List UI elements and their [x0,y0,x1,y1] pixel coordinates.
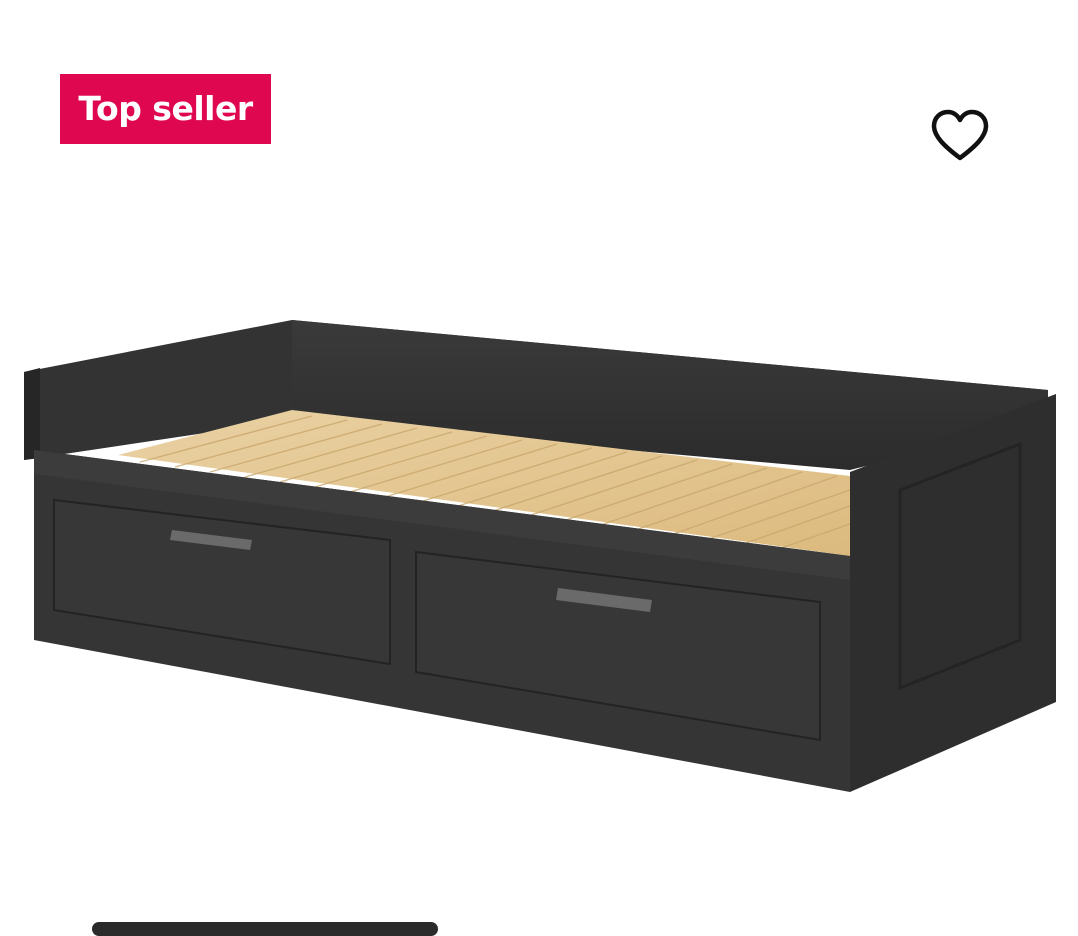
add-to-favorites-button[interactable] [926,106,994,166]
heart-icon [931,109,989,161]
image-scroll-indicator [92,922,438,936]
top-seller-badge: Top seller [60,74,271,144]
product-image[interactable] [0,300,1078,820]
